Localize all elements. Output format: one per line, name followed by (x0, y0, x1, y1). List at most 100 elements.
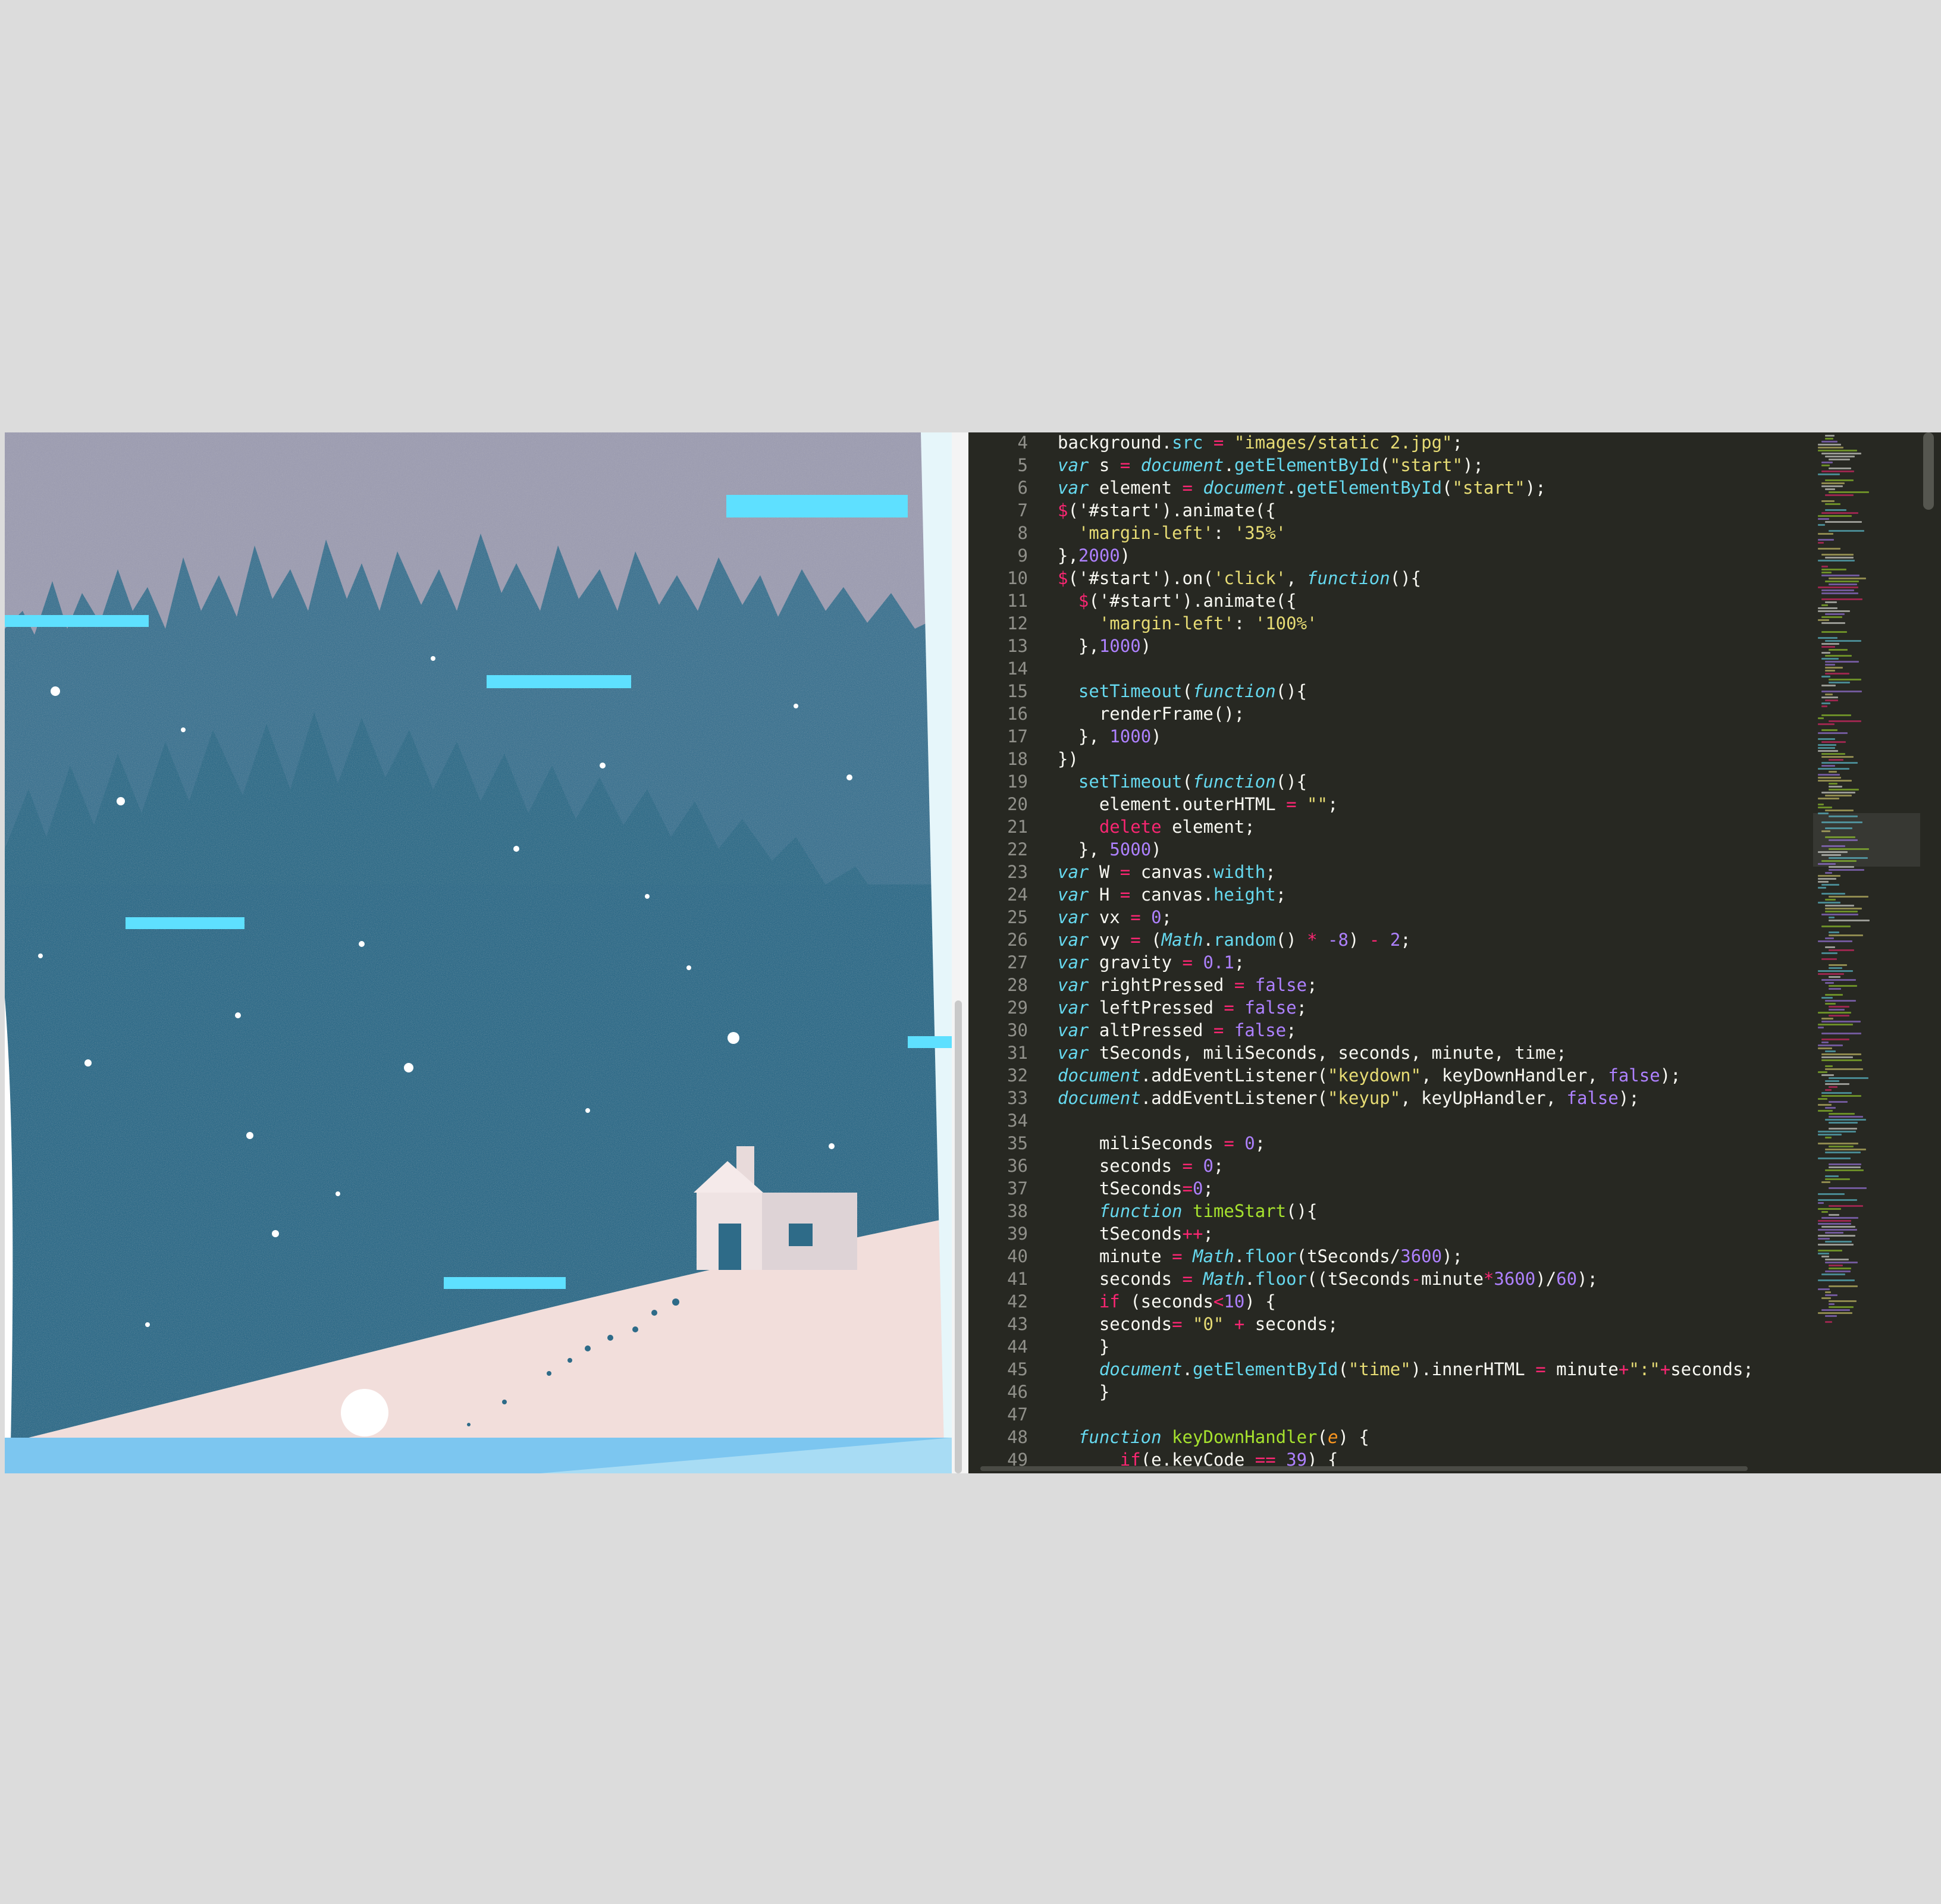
code-token: ); (1463, 455, 1484, 475)
code-line[interactable]: document.addEventListener("keydown", key… (1058, 1064, 1681, 1087)
code-line[interactable]: var element = document.getElementById("s… (1058, 476, 1546, 499)
code-line[interactable]: var vy = (Math.random() * -8) - 2; (1058, 929, 1411, 951)
code-line[interactable]: } (1058, 1335, 1109, 1358)
code-line[interactable]: }, 1000) (1058, 725, 1162, 748)
code-editor[interactable]: 4 5 6 7 8 9 10 11 12 13 14 15 16 17 18 19 20 21 22 23 24 25 26… (968, 432, 1941, 1473)
code-token: () (1275, 930, 1307, 950)
minimap-line (1825, 1241, 1852, 1243)
code-token: '100%' (1255, 613, 1318, 633)
minimap-line (1818, 1253, 1829, 1254)
code-token: = (1172, 1246, 1183, 1266)
game-canvas[interactable] (5, 432, 952, 1473)
code-line[interactable]: var rightPressed = false; (1058, 974, 1318, 996)
code-line[interactable]: }, 5000) (1058, 838, 1162, 861)
code-line[interactable]: seconds = Math.floor((tSeconds-minute*36… (1058, 1268, 1598, 1290)
minimap-line (1818, 1220, 1851, 1222)
platform (126, 917, 244, 929)
minimap-line (1821, 821, 1862, 823)
minimap-line (1818, 473, 1840, 475)
code-line[interactable]: setTimeout(function(){ (1058, 680, 1307, 702)
minimap-line (1829, 789, 1859, 791)
code-line[interactable]: document.getElementById("time").innerHTM… (1058, 1358, 1754, 1381)
code-line[interactable]: var s = document.getElementById("start")… (1058, 454, 1484, 476)
minimap-line (1818, 902, 1840, 904)
line-number: 36 (1007, 1156, 1028, 1176)
code-token: ( (1338, 1359, 1349, 1379)
code-line[interactable]: function timeStart(){ (1058, 1200, 1318, 1222)
minimap-line (1818, 750, 1838, 752)
code-line[interactable]: miliSeconds = 0; (1058, 1132, 1265, 1155)
minimap-line (1821, 512, 1858, 514)
code-token: $ (1058, 500, 1068, 520)
minimap[interactable] (1813, 432, 1920, 1473)
code-line[interactable]: $('#start').on('click', function(){ (1058, 567, 1421, 589)
minimap-line (1829, 530, 1864, 532)
code-line[interactable]: var tSeconds, miliSeconds, seconds, minu… (1058, 1042, 1567, 1064)
minimap-line (1818, 542, 1824, 544)
code-line[interactable]: document.addEventListener("keyup", keyUp… (1058, 1087, 1639, 1109)
code-line[interactable]: setTimeout(function(){ (1058, 770, 1307, 793)
minimap-line (1825, 827, 1852, 829)
code-line[interactable]: minute = Math.floor(tSeconds/3600); (1058, 1245, 1463, 1268)
minimap-line (1829, 815, 1858, 817)
editor-horizontal-scrollbar-thumb[interactable] (980, 1466, 1748, 1471)
code-token: seconds; (1244, 1314, 1338, 1334)
code-line[interactable]: },1000) (1058, 635, 1151, 657)
minimap-line (1818, 1158, 1851, 1159)
minimap-line (1821, 643, 1839, 645)
minimap-line (1825, 503, 1840, 505)
minimap-line (1829, 949, 1854, 951)
minimap-line (1818, 548, 1840, 550)
code-line[interactable]: var W = canvas.width; (1058, 861, 1276, 883)
code-line[interactable]: seconds = 0; (1058, 1155, 1224, 1177)
code-line[interactable]: background.src = "images/static 2.jpg"; (1058, 432, 1463, 454)
minimap-line (1821, 1039, 1849, 1040)
code-line[interactable]: element.outerHTML = ""; (1058, 793, 1338, 815)
code-token: ; (1203, 1178, 1213, 1199)
code-line[interactable]: }) (1058, 748, 1078, 770)
minimap-line (1821, 1309, 1850, 1311)
code-line[interactable]: $('#start').animate({ (1058, 499, 1276, 522)
code-line[interactable]: tSeconds=0; (1058, 1177, 1213, 1200)
minimap-line (1829, 839, 1858, 841)
game-scrollbar-thumb[interactable] (955, 1000, 962, 1473)
code-line[interactable]: if (seconds<10) { (1058, 1290, 1276, 1313)
minimap-line (1825, 1137, 1832, 1138)
code-line[interactable]: } (1058, 1381, 1109, 1403)
code-token: ); (1442, 1246, 1463, 1266)
minimap-line (1825, 1119, 1866, 1121)
minimap-line (1825, 1175, 1839, 1177)
minimap-line (1825, 899, 1836, 901)
code-line[interactable]: var altPressed = false; (1058, 1019, 1297, 1042)
code-token: renderFrame(); (1058, 704, 1245, 724)
code-line[interactable]: tSeconds++; (1058, 1222, 1213, 1245)
code-line[interactable]: 'margin-left': '100%' (1058, 612, 1318, 635)
code-line[interactable]: var vx = 0; (1058, 906, 1172, 929)
code-line[interactable]: var H = canvas.height; (1058, 883, 1286, 906)
code-line[interactable]: var gravity = 0.1; (1058, 951, 1244, 974)
code-token: ; (1203, 1224, 1213, 1244)
code-line[interactable]: $('#start').animate({ (1058, 589, 1297, 612)
minimap-line (1829, 1300, 1857, 1302)
code-token: var (1058, 884, 1089, 905)
minimap-line (1825, 640, 1861, 642)
code-line[interactable]: function keyDownHandler(e) { (1058, 1426, 1369, 1448)
editor-scrollbar-thumb[interactable] (1923, 432, 1934, 510)
code-token: gravity (1089, 952, 1183, 973)
editor-vertical-scrollbar[interactable] (1920, 432, 1941, 1473)
code-area[interactable]: background.src = "images/static 2.jpg"; v… (1058, 432, 1941, 1473)
code-token: ; (1286, 1020, 1297, 1040)
code-line[interactable]: 'margin-left': '35%' (1058, 522, 1286, 544)
code-line[interactable]: renderFrame(); (1058, 702, 1244, 725)
code-line[interactable]: var leftPressed = false; (1058, 996, 1307, 1019)
minimap-line (1818, 1250, 1842, 1251)
minimap-line (1821, 1018, 1833, 1020)
code-line[interactable]: delete element; (1058, 815, 1255, 838)
minimap-line (1829, 468, 1851, 469)
code-line[interactable]: },2000) (1058, 544, 1130, 567)
code-line[interactable]: seconds= "0" + seconds; (1058, 1313, 1338, 1335)
line-number: 25 (1007, 907, 1028, 927)
